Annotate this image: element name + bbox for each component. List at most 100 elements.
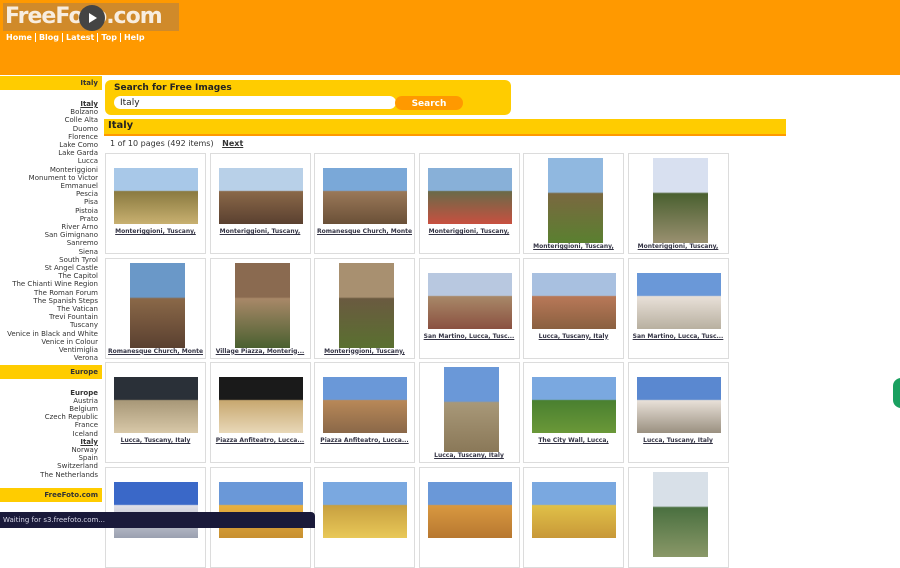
photo-caption[interactable]: Monteriggioni, Tuscany, (526, 243, 621, 250)
photo-caption[interactable]: Piazza Anfiteatro, Lucca... (213, 437, 308, 444)
sidebar-link[interactable]: River Arno (0, 223, 98, 231)
photo-thumbnail[interactable] (114, 377, 198, 433)
photo-thumbnail[interactable] (532, 377, 616, 433)
sidebar-link[interactable]: Belgium (0, 405, 98, 413)
sidebar-link[interactable]: Trevi Fountain (0, 313, 98, 321)
photo-tile[interactable]: Village Piazza, Monterig... (209, 257, 311, 359)
photo-tile[interactable]: Romanesque Church, Monte... (314, 153, 415, 254)
photo-tile[interactable]: Lucca, Tuscany, Italy (105, 362, 206, 463)
nav-latest[interactable]: Latest (63, 33, 99, 42)
photo-tile[interactable]: Piazza Anfiteatro, Lucca... (209, 362, 311, 463)
sidebar-link[interactable]: Spain (0, 454, 98, 462)
photo-tile[interactable]: Monteriggioni, Tuscany, (314, 257, 415, 359)
sidebar-link[interactable]: The Netherlands (0, 471, 98, 479)
nav-home[interactable]: Home (3, 33, 36, 42)
photo-thumbnail[interactable] (218, 481, 303, 538)
photo-caption[interactable]: Monteriggioni, Tuscany, (422, 228, 517, 235)
sidebar-link[interactable]: Sanremo (0, 239, 98, 247)
photo-caption[interactable]: Monteriggioni, Tuscany, (631, 243, 726, 250)
sidebar-link[interactable]: Pescia (0, 190, 98, 198)
sidebar-link[interactable]: Bolzano (0, 108, 98, 116)
photo-tile[interactable]: San Martino, Lucca, Tusc... (627, 257, 729, 359)
sidebar-link[interactable]: Europe (0, 389, 98, 397)
nav-help[interactable]: Help (121, 33, 148, 42)
photo-caption[interactable]: San Martino, Lucca, Tusc... (631, 333, 726, 340)
photo-thumbnail[interactable] (218, 377, 303, 433)
photo-thumbnail[interactable] (323, 377, 407, 433)
photo-tile[interactable] (523, 466, 624, 568)
sidebar-link[interactable]: The Spanish Steps (0, 297, 98, 305)
sidebar-link[interactable]: Lake Como (0, 141, 98, 149)
photo-thumbnail[interactable] (234, 262, 290, 348)
photo-caption[interactable]: Village Piazza, Monterig... (213, 348, 308, 355)
photo-tile[interactable]: Lucca, Tuscany, Italy (418, 362, 520, 463)
nav-top[interactable]: Top (98, 33, 121, 42)
photo-tile[interactable]: San Martino, Lucca, Tusc... (418, 257, 520, 359)
photo-caption[interactable]: Monteriggioni, Tuscany, (317, 348, 412, 355)
photo-thumbnail[interactable] (114, 168, 198, 224)
photo-tile[interactable]: Monteriggioni, Tuscany, (209, 153, 311, 254)
sidebar-link[interactable]: Pistoia (0, 207, 98, 215)
photo-thumbnail[interactable] (114, 481, 198, 538)
photo-caption[interactable]: Piazza Anfiteatro, Lucca... (317, 437, 412, 444)
photo-tile[interactable] (418, 466, 520, 568)
photo-tile[interactable]: The City Wall, Lucca, (523, 362, 624, 463)
photo-tile[interactable]: Monteriggioni, Tuscany, (523, 153, 624, 254)
sidebar-link[interactable]: The Chianti Wine Region (0, 280, 98, 288)
sidebar-link[interactable]: Switzerland (0, 462, 98, 470)
sidebar-link[interactable]: Venice in Colour (0, 338, 98, 346)
photo-thumbnail[interactable] (652, 471, 708, 557)
photo-thumbnail[interactable] (323, 168, 407, 224)
sidebar-footer[interactable]: FreeFoto.com (0, 488, 102, 502)
photo-caption[interactable]: San Martino, Lucca, Tusc... (422, 333, 517, 340)
sidebar-link[interactable]: Lucca (0, 157, 98, 165)
sidebar-link[interactable]: St Angel Castle (0, 264, 98, 272)
sidebar-link[interactable]: Italy (0, 438, 98, 446)
sidebar-link[interactable]: The Capitol (0, 272, 98, 280)
photo-caption[interactable]: Monteriggioni, Tuscany, (108, 228, 203, 235)
photo-caption[interactable]: Lucca, Tuscany, Italy (108, 437, 203, 444)
photo-thumbnail[interactable] (323, 481, 407, 538)
photo-thumbnail[interactable] (636, 377, 721, 433)
nav-blog[interactable]: Blog (36, 33, 64, 42)
search-input[interactable] (114, 96, 396, 109)
photo-thumbnail[interactable] (427, 168, 512, 224)
sidebar-link[interactable]: Monteriggioni (0, 166, 98, 174)
sidebar-link[interactable]: The Vatican (0, 305, 98, 313)
photo-thumbnail[interactable] (532, 481, 616, 538)
photo-tile[interactable]: Monteriggioni, Tuscany, (105, 153, 206, 254)
next-page-link[interactable]: Next (222, 139, 243, 148)
sidebar-link[interactable]: Prato (0, 215, 98, 223)
sidebar-link[interactable]: Colle Alta (0, 116, 98, 124)
photo-thumbnail[interactable] (339, 262, 394, 348)
photo-caption[interactable]: The City Wall, Lucca, (526, 437, 621, 444)
sidebar-link[interactable]: Siena (0, 248, 98, 256)
sidebar-link[interactable]: France (0, 421, 98, 429)
photo-thumbnail[interactable] (652, 158, 708, 243)
sidebar-link[interactable]: Duomo (0, 125, 98, 133)
search-button[interactable]: Search (395, 96, 463, 110)
sidebar-link[interactable]: Verona (0, 354, 98, 362)
photo-caption[interactable]: Lucca, Tuscany, Italy (631, 437, 726, 444)
photo-caption[interactable]: Lucca, Tuscany, Italy (422, 452, 517, 459)
sidebar-link[interactable]: Pisa (0, 198, 98, 206)
sidebar-link[interactable]: Monument to Victor Emmanuel (0, 174, 98, 190)
sidebar-link[interactable]: Norway (0, 446, 98, 454)
photo-tile[interactable]: Lucca, Tuscany, Italy (627, 362, 729, 463)
photo-tile[interactable]: Piazza Anfiteatro, Lucca... (314, 362, 415, 463)
sidebar-link[interactable]: San Gimignano (0, 231, 98, 239)
photo-thumbnail[interactable] (427, 272, 512, 329)
play-icon[interactable] (79, 5, 105, 31)
photo-thumbnail[interactable] (130, 262, 185, 348)
photo-caption[interactable]: Romanesque Church, Monte... (317, 228, 412, 235)
photo-tile[interactable] (314, 466, 415, 568)
photo-caption[interactable]: Lucca, Tuscany, Italy (526, 333, 621, 340)
photo-thumbnail[interactable] (548, 158, 603, 243)
photo-tile[interactable]: Romanesque Church, Monte... (105, 257, 206, 359)
photo-thumbnail[interactable] (427, 481, 512, 538)
photo-tile[interactable]: Monteriggioni, Tuscany, (418, 153, 520, 254)
floating-widget[interactable] (893, 378, 900, 408)
photo-tile[interactable] (627, 466, 729, 568)
photo-caption[interactable]: Romanesque Church, Monte... (108, 348, 203, 355)
sidebar-link[interactable]: Tuscany (0, 321, 98, 329)
